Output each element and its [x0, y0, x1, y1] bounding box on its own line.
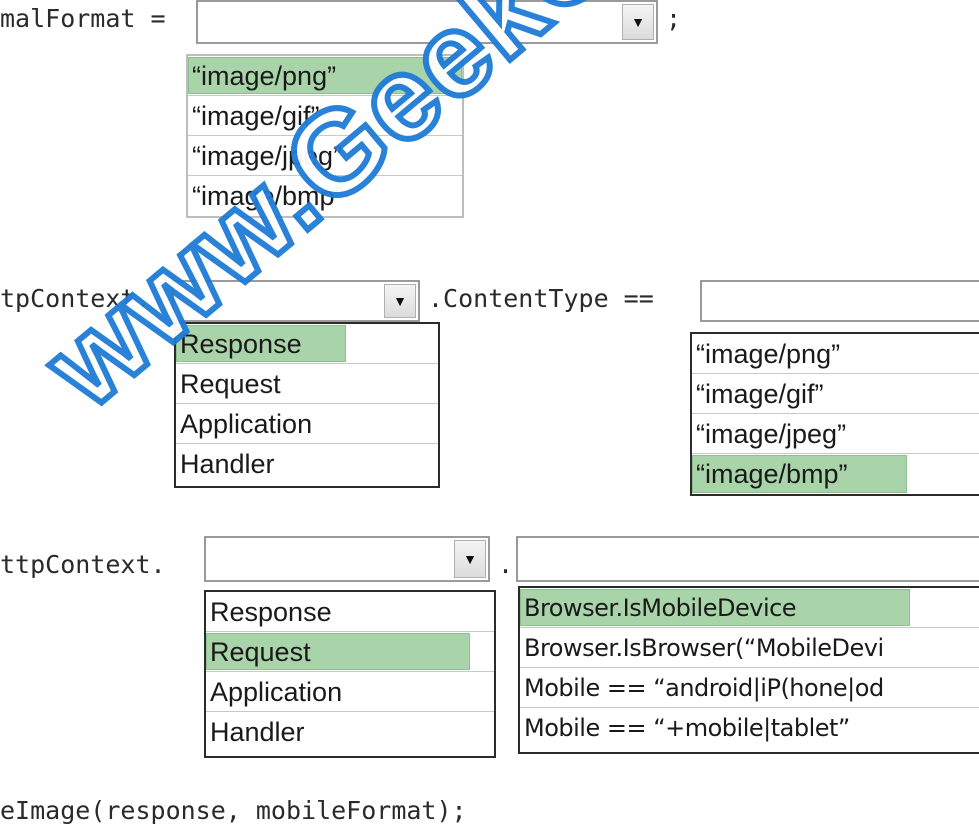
format-option[interactable]: “image/png” [188, 56, 462, 96]
content-type-option[interactable]: “image/png” [692, 334, 979, 374]
context-property-select-2[interactable]: ▼ [204, 536, 490, 582]
chevron-down-icon[interactable]: ▼ [454, 540, 486, 578]
mobile-check-option[interactable]: Mobile == “+mobile|tablet” [520, 708, 979, 748]
context-option[interactable]: Response [206, 592, 494, 632]
mobile-check-option[interactable]: Mobile == “android|iP(hone|od [520, 668, 979, 708]
content-type-options-list: “image/png” “image/gif” “image/jpeg” “im… [690, 332, 979, 496]
context-option[interactable]: Handler [176, 444, 438, 484]
code-line-1-suffix: ; [666, 4, 682, 33]
mobile-check-option[interactable]: Browser.IsMobileDevice [520, 588, 979, 628]
context-option[interactable]: Application [206, 672, 494, 712]
code-line-4: eImage(response, mobileFormat); [0, 796, 467, 825]
context-option[interactable]: Request [206, 632, 494, 672]
content-type-option[interactable]: “image/bmp” [692, 454, 979, 494]
chevron-down-icon[interactable]: ▼ [384, 284, 416, 318]
code-line-3-middle: . [498, 550, 514, 579]
mobile-check-options-list: Browser.IsMobileDevice Browser.IsBrowser… [518, 586, 979, 754]
format-option[interactable]: “image/gif” [188, 96, 462, 136]
content-type-option[interactable]: “image/gif” [692, 374, 979, 414]
format-option[interactable]: “image/bmp” [188, 176, 462, 216]
chevron-down-icon[interactable]: ▼ [622, 4, 654, 40]
context-option[interactable]: Response [176, 324, 438, 364]
format-select[interactable]: ▼ [196, 0, 658, 44]
context-property-select[interactable]: ▼ [172, 280, 420, 322]
code-line-2-prefix: tpContext. [0, 284, 151, 313]
mobile-check-select[interactable] [516, 536, 979, 582]
context-options-list-2: Response Request Application Handler [204, 590, 496, 758]
content-type-select[interactable] [700, 280, 979, 322]
context-option[interactable]: Request [176, 364, 438, 404]
content-type-option[interactable]: “image/jpeg” [692, 414, 979, 454]
mobile-check-option[interactable]: Browser.IsBrowser(“MobileDevi [520, 628, 979, 668]
context-option[interactable]: Application [176, 404, 438, 444]
context-options-list: Response Request Application Handler [174, 322, 440, 488]
format-option[interactable]: “image/jpeg” [188, 136, 462, 176]
context-option[interactable]: Handler [206, 712, 494, 752]
code-line-1-prefix: malFormat = [0, 4, 166, 33]
code-line-3-prefix: ttpContext. [0, 550, 166, 579]
format-options-list: “image/png” “image/gif” “image/jpeg” “im… [186, 54, 464, 218]
code-line-2-middle: .ContentType == [428, 284, 654, 313]
